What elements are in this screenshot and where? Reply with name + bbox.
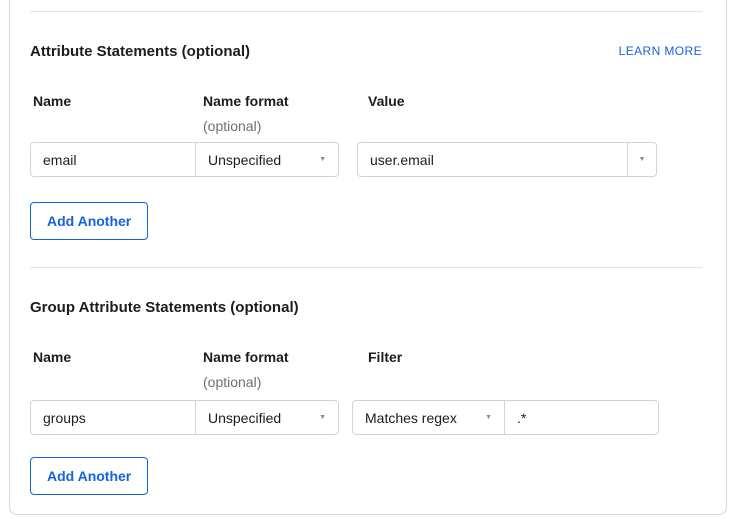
attribute-statements-column-labels: Name Name format Value (30, 93, 702, 109)
filter-column-label: Filter (358, 349, 402, 365)
attribute-statements-header: Attribute Statements (optional) LEARN MO… (30, 42, 702, 62)
group-attribute-statements-title: Group Attribute Statements (optional) (30, 298, 299, 318)
name-format-column-label: Name format (196, 93, 358, 109)
attribute-name-input[interactable] (30, 142, 196, 177)
group-attribute-filter-value-input[interactable] (504, 400, 659, 435)
name-format-optional-note: (optional) (196, 374, 261, 390)
add-another-attribute-button[interactable]: Add Another (30, 202, 148, 240)
name-format-optional-note: (optional) (196, 118, 261, 134)
group-attribute-filter-type-select[interactable]: Matches regex ▼ (352, 400, 505, 435)
name-format-column-label: Name format (196, 349, 358, 365)
chevron-down-icon: ▼ (319, 156, 326, 163)
learn-more-link[interactable]: LEARN MORE (619, 42, 702, 60)
attribute-value-input[interactable] (357, 142, 628, 177)
chevron-down-icon: ▼ (319, 414, 326, 421)
attribute-name-format-select[interactable]: Unspecified ▼ (195, 142, 339, 177)
attribute-value-group: ▼ (357, 142, 657, 177)
name-column-label: Name (30, 93, 196, 109)
group-attribute-name-format-selected: Unspecified (208, 410, 281, 426)
attribute-statements-title: Attribute Statements (optional) (30, 42, 250, 62)
divider (30, 267, 702, 268)
spacer (30, 374, 196, 390)
group-attribute-statements-column-labels: Name Name format Filter (30, 349, 702, 365)
group-attribute-filter-type-selected: Matches regex (365, 410, 457, 426)
chevron-down-icon: ▼ (639, 156, 646, 163)
group-attribute-filter-group: Matches regex ▼ (352, 400, 659, 435)
chevron-down-icon: ▼ (485, 414, 492, 421)
add-another-group-attribute-button[interactable]: Add Another (30, 457, 148, 495)
name-format-optional-note-row: (optional) (30, 374, 702, 390)
app-viewport: Attribute Statements (optional) LEARN MO… (0, 0, 737, 530)
attribute-value-dropdown-toggle[interactable]: ▼ (627, 142, 657, 177)
group-attribute-name-input[interactable] (30, 400, 196, 435)
name-format-optional-note-row: (optional) (30, 118, 702, 134)
saml-settings-card: Attribute Statements (optional) LEARN MO… (9, 0, 727, 515)
group-attribute-statements-header: Group Attribute Statements (optional) (30, 298, 702, 318)
group-attribute-statement-row: Unspecified ▼ Matches regex ▼ (30, 400, 702, 435)
spacer (30, 118, 196, 134)
group-attribute-name-format-select[interactable]: Unspecified ▼ (195, 400, 339, 435)
attribute-statement-row: Unspecified ▼ ▼ (30, 142, 702, 177)
attribute-name-format-selected: Unspecified (208, 152, 281, 168)
value-column-label: Value (358, 93, 405, 109)
name-column-label: Name (30, 349, 196, 365)
divider (30, 11, 702, 12)
